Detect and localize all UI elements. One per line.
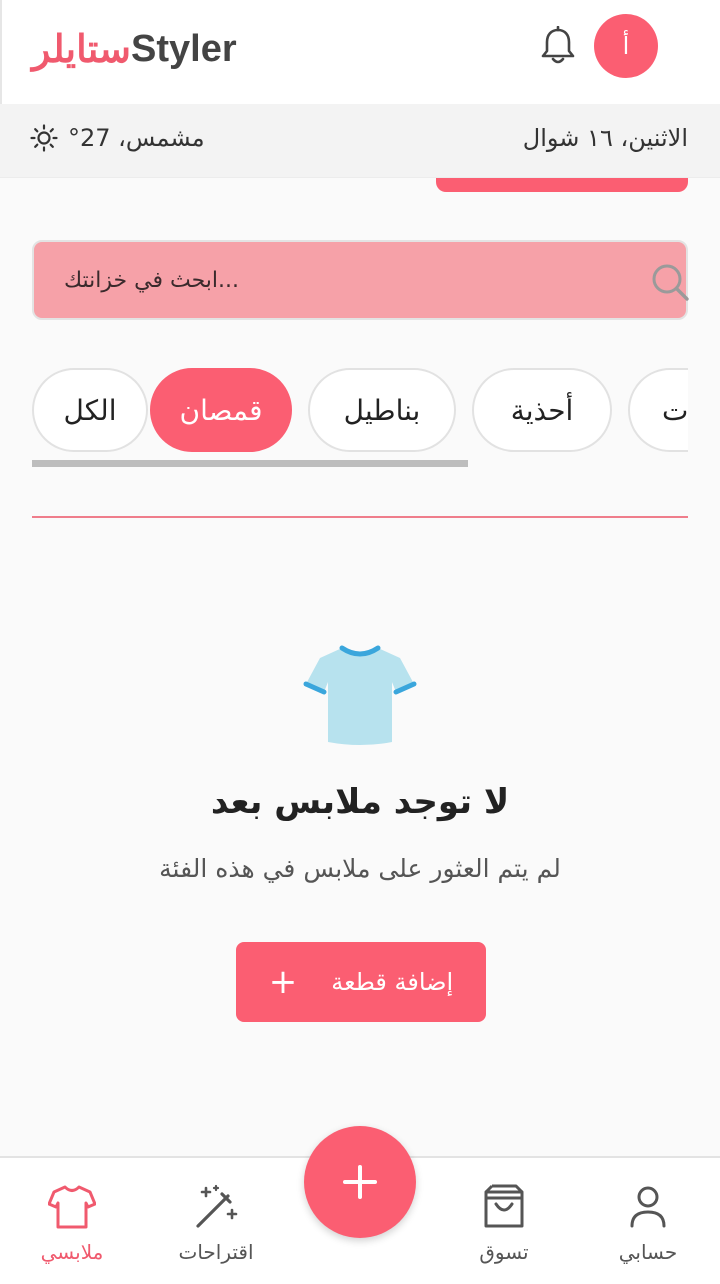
add-item-button[interactable]: إضافة قطعة +: [236, 942, 486, 1022]
plus-icon: [343, 1165, 377, 1199]
nav-item-wardrobe[interactable]: ملابسي: [12, 1158, 132, 1284]
current-date: الاثنين، ١٦ شوال: [522, 124, 688, 152]
bell-icon: [541, 26, 575, 64]
category-chip-shirts[interactable]: قمصان: [150, 368, 292, 452]
weather-info: مشمس، 27°: [30, 124, 205, 152]
shopping-bag-icon: [484, 1184, 524, 1228]
add-item-label: إضافة قطعة: [331, 968, 454, 996]
category-chip-partial[interactable]: ت: [628, 368, 688, 452]
nav-item-shop[interactable]: تسوق: [444, 1158, 564, 1284]
nav-item-account[interactable]: حسابي: [588, 1158, 708, 1284]
notifications-button[interactable]: [538, 24, 578, 68]
scrolled-content-edge: [436, 178, 688, 192]
tshirt-icon: [303, 645, 417, 745]
nav-label-account: حسابي: [618, 1240, 678, 1264]
nav-label-shop: تسوق: [479, 1240, 529, 1264]
empty-state-title: لا توجد ملابس بعد: [210, 782, 510, 822]
profile-avatar[interactable]: أ: [594, 14, 658, 78]
search-icon[interactable]: [648, 260, 692, 304]
nav-item-suggestions[interactable]: اقتراحات: [156, 1158, 276, 1284]
category-filter-list[interactable]: الكل قمصان بناطيل أحذية ت: [32, 364, 688, 456]
person-icon: [630, 1186, 666, 1228]
sun-icon: [30, 124, 58, 152]
category-chip-pants[interactable]: بناطيل: [308, 368, 456, 452]
empty-state-subtitle: لم يتم العثور على ملابس في هذه الفئة: [159, 854, 561, 883]
tshirt-icon: [48, 1185, 96, 1229]
magic-wand-icon: [196, 1184, 238, 1228]
add-fab-button[interactable]: [304, 1126, 416, 1238]
search-input[interactable]: [64, 242, 604, 318]
weather-text: مشمس، 27°: [68, 124, 205, 152]
search-bar[interactable]: [32, 240, 689, 320]
brand-logo: ستايلر Styler: [32, 22, 237, 76]
app-header: ستايلر Styler أ: [0, 0, 720, 104]
plus-icon: +: [268, 962, 298, 1002]
brand-name-arabic: ستايلر: [32, 28, 132, 71]
brand-name-english: Styler: [131, 27, 237, 70]
section-divider: [32, 516, 688, 518]
category-scrollbar[interactable]: [32, 460, 468, 467]
nav-label-wardrobe: ملابسي: [40, 1240, 104, 1264]
category-chip-shoes[interactable]: أحذية: [472, 368, 612, 452]
date-weather-bar: الاثنين، ١٦ شوال مشمس، 27°: [0, 104, 720, 178]
category-chip-all[interactable]: الكل: [32, 368, 148, 452]
nav-label-suggestions: اقتراحات: [178, 1240, 254, 1264]
